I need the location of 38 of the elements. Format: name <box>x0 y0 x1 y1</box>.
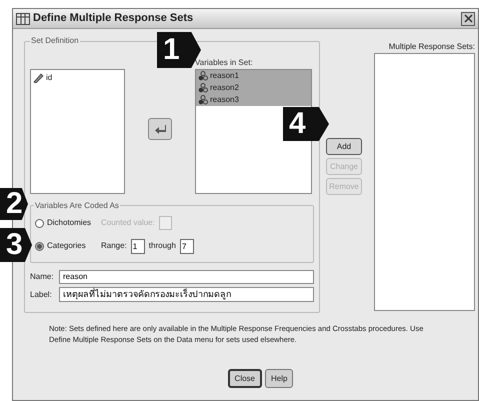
name-field[interactable]: reason <box>59 270 314 284</box>
dialog-button[interactable]: Help <box>265 369 294 388</box>
field-label: through <box>148 240 176 252</box>
list-label: Multiple Response Sets: <box>388 41 475 53</box>
list-item[interactable]: reason1 <box>196 70 311 82</box>
field-label: Counted value: <box>101 217 155 229</box>
variable-list[interactable]: id <box>30 69 125 194</box>
ruler-icon <box>33 73 44 83</box>
list-item[interactable]: reason2 <box>196 82 311 94</box>
window-title: Define Multiple Response Sets <box>33 11 194 26</box>
move-button[interactable] <box>148 118 172 140</box>
field-label: Label: <box>30 288 53 300</box>
field-label: Range: <box>101 240 127 252</box>
counted-value-field[interactable] <box>158 216 172 230</box>
callout-marker: 4 <box>283 107 329 141</box>
close-icon <box>464 14 472 23</box>
list-label: Variables in Set: <box>195 57 254 69</box>
label-field[interactable]: เหตุผลที่ไม่มาตรวจคัดกรองมะเร็งปากมดลูก <box>59 287 314 302</box>
radio-button[interactable] <box>35 218 44 228</box>
callout-marker: 3 <box>0 228 32 262</box>
table-icon <box>16 12 30 24</box>
radio-label[interactable]: Categories <box>47 240 97 252</box>
variable-icon <box>198 83 208 93</box>
radio-button[interactable] <box>35 242 44 250</box>
arrow-icon <box>154 124 166 134</box>
callout-marker: 2 <box>0 188 28 220</box>
close-button[interactable] <box>461 12 475 26</box>
list-item[interactable]: id <box>33 72 122 84</box>
range-field[interactable]: 1 <box>130 238 145 254</box>
radio-label[interactable]: Dichotomies <box>47 217 97 229</box>
list-item[interactable]: reason3 <box>196 94 311 106</box>
field-label: Name: <box>30 271 55 283</box>
range-field[interactable]: 7 <box>180 238 194 254</box>
variable-icon <box>198 95 208 105</box>
dialog-button[interactable]: Close <box>228 369 262 388</box>
side-button[interactable]: Add <box>326 138 362 155</box>
response-sets-list[interactable] <box>374 53 475 311</box>
variable-icon <box>198 71 208 81</box>
